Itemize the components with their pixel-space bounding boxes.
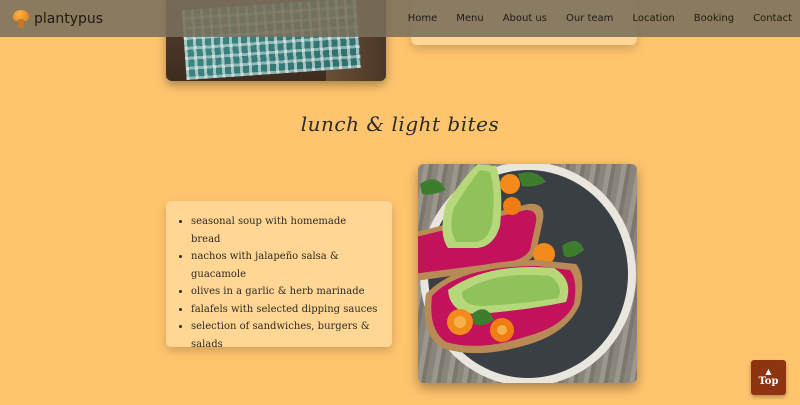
- avocado-toast-photo: [418, 164, 637, 383]
- menu-item: seasonal soup with homemade bread: [191, 213, 378, 248]
- menu-item: selection of sandwiches, burgers & salad…: [191, 318, 378, 353]
- site-header: plantypus Home Menu About us Our team Lo…: [0, 0, 800, 37]
- main-nav: Home Menu About us Our team Location Boo…: [389, 0, 792, 37]
- menu-list: seasonal soup with homemade bread nachos…: [176, 213, 378, 353]
- chevron-up-icon: ▲: [765, 366, 772, 376]
- menu-card: seasonal soup with homemade bread nachos…: [166, 201, 392, 350]
- nav-contact[interactable]: Contact: [753, 13, 792, 24]
- top-button-label: Top: [758, 375, 779, 387]
- section-title: lunch & light bites: [300, 112, 500, 136]
- brand-name: plantypus: [34, 10, 104, 27]
- nav-home[interactable]: Home: [408, 13, 438, 24]
- menu-item: falafels with selected dipping sauces: [191, 301, 378, 319]
- brand[interactable]: plantypus: [13, 9, 104, 28]
- nav-booking[interactable]: Booking: [694, 13, 734, 24]
- nav-our-team[interactable]: Our team: [566, 13, 613, 24]
- back-to-top-button[interactable]: ▲ Top: [751, 360, 786, 395]
- mushroom-logo-icon: [13, 9, 29, 28]
- nav-about-us[interactable]: About us: [503, 13, 547, 24]
- nav-menu[interactable]: Menu: [456, 13, 483, 24]
- nav-location[interactable]: Location: [632, 13, 674, 24]
- menu-item: nachos with jalapeño salsa & guacamole: [191, 248, 378, 283]
- menu-item: olives in a garlic & herb marinade: [191, 283, 378, 301]
